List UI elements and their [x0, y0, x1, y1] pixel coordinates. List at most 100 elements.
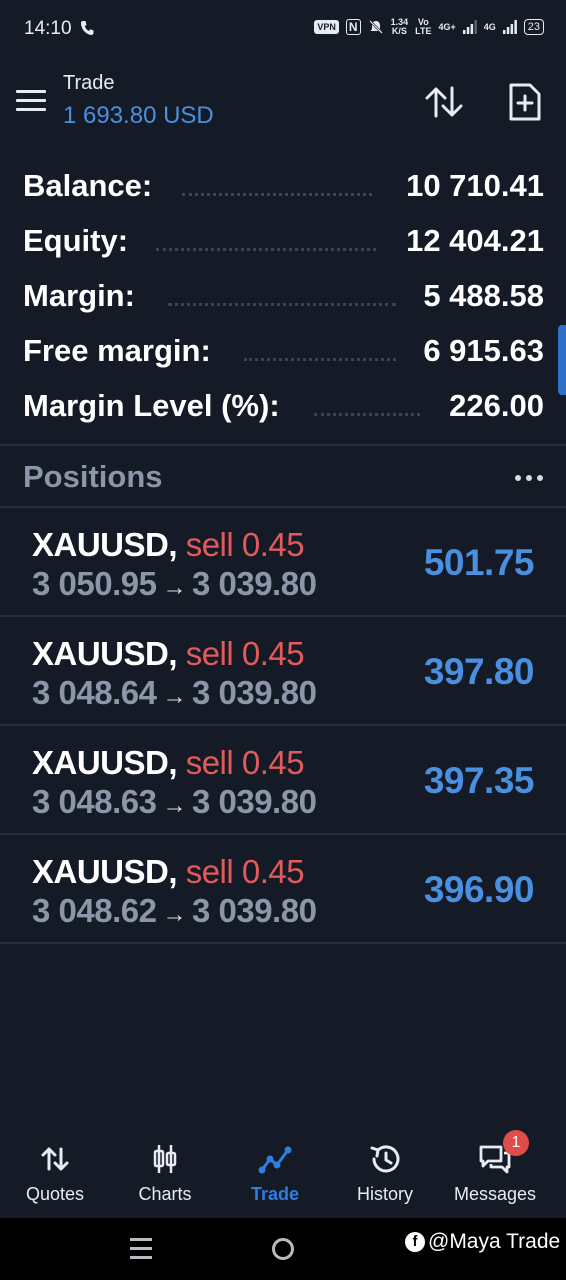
status-bar: 14:10 VPN N 1.34 K/S Vo LTE 4G+ 4G 23: [0, 0, 566, 62]
position-symbol: XAUUSD, sell 0.45: [32, 853, 305, 890]
dotted-leader: [314, 412, 420, 416]
nav-history[interactable]: History: [330, 1128, 440, 1218]
balance-row: Balance: 10 710.41: [0, 160, 566, 215]
equity-row: Equity: 12 404.21: [0, 215, 566, 270]
arrow-right-icon: →: [162, 683, 186, 710]
account-summary: Balance: 10 710.41 Equity: 12 404.21 Mar…: [0, 160, 566, 435]
margin-label: Margin:: [23, 278, 135, 313]
position-symbol: XAUUSD, sell 0.45: [32, 635, 305, 672]
battery-icon: 23: [523, 19, 544, 35]
equity-value: 12 404.21: [406, 223, 544, 258]
status-icons: VPN N 1.34 K/S Vo LTE 4G+ 4G 23: [314, 18, 544, 36]
position-profit: 397.80: [423, 651, 535, 692]
trade-icon: [258, 1146, 292, 1174]
positions-heading: Positions: [23, 459, 163, 494]
scroll-indicator[interactable]: [558, 325, 566, 395]
signal-icon-2: [502, 20, 517, 34]
more-options-icon[interactable]: [514, 474, 544, 482]
watermark: f @Maya Trade: [405, 1230, 560, 1254]
position-row[interactable]: XAUUSD, sell 0.45 3 048.63 → 3 039.80 397.…: [0, 726, 566, 835]
recent-apps-icon[interactable]: [130, 1238, 152, 1260]
position-prices: 3 050.95 → 3 039.80: [32, 565, 317, 603]
equity-label: Equity:: [23, 223, 129, 258]
position-side: sell 0.45: [185, 853, 305, 890]
new-order-icon[interactable]: [508, 82, 542, 122]
position-profit: 397.35: [423, 760, 535, 801]
nav-messages-label: Messages: [453, 1184, 537, 1204]
nav-trade[interactable]: Trade: [220, 1128, 330, 1218]
position-prices: 3 048.64 → 3 039.80: [32, 674, 317, 712]
position-symbol: XAUUSD, sell 0.45: [32, 526, 305, 563]
position-row[interactable]: XAUUSD, sell 0.45 3 048.64 → 3 039.80 397.…: [0, 617, 566, 726]
header-profit-total: 1 693.80 USD: [63, 102, 214, 129]
network-type-1: 4G+: [438, 21, 456, 32]
free-margin-label: Free margin:: [23, 333, 211, 368]
open-price: 3 050.95: [32, 565, 157, 602]
balance-value: 10 710.41: [406, 168, 544, 203]
history-icon: [370, 1145, 400, 1173]
bottom-navigation: Quotes Charts Trade History 1 Messages: [0, 1128, 566, 1218]
system-navigation-bar: f @Maya Trade: [0, 1218, 566, 1280]
position-row[interactable]: XAUUSD, sell 0.45 3 048.62 → 3 039.80 396.…: [0, 835, 566, 944]
margin-value: 5 488.58: [423, 278, 544, 313]
margin-level-value: 226.00: [449, 388, 544, 423]
current-price: 3 039.80: [191, 783, 317, 820]
row-divider: [0, 942, 566, 944]
nav-quotes-label: Quotes: [25, 1184, 85, 1204]
signal-icon-1: [462, 20, 477, 34]
home-button-icon[interactable]: [272, 1238, 294, 1260]
position-symbol: XAUUSD, sell 0.45: [32, 744, 305, 781]
phone-call-icon: [81, 21, 94, 35]
arrow-right-icon: →: [162, 792, 186, 819]
sort-arrows-icon[interactable]: [424, 84, 464, 120]
quotes-icon: [41, 1147, 69, 1171]
position-prices: 3 048.63 → 3 039.80: [32, 783, 317, 821]
watermark-text: @Maya Trade: [428, 1230, 561, 1253]
app-header: Trade 1 693.80 USD: [0, 62, 566, 142]
unread-badge: 1: [503, 1130, 529, 1156]
position-side: sell 0.45: [185, 744, 305, 781]
position-side: sell 0.45: [185, 635, 305, 672]
facebook-icon: f: [405, 1232, 425, 1252]
margin-row: Margin: 5 488.58: [0, 270, 566, 325]
nav-history-label: History: [356, 1184, 413, 1204]
margin-level-label: Margin Level (%):: [23, 388, 280, 423]
dotted-leader: [168, 302, 396, 306]
current-price: 3 039.80: [191, 674, 317, 711]
nav-charts[interactable]: Charts: [110, 1128, 220, 1218]
free-margin-row: Free margin: 6 915.63: [0, 325, 566, 380]
current-price: 3 039.80: [191, 892, 317, 929]
position-prices: 3 048.62 → 3 039.80: [32, 892, 317, 930]
open-price: 3 048.62: [32, 892, 157, 929]
nav-trade-label: Trade: [250, 1184, 300, 1204]
network-type-2: 4G: [483, 21, 496, 32]
dotted-leader: [244, 357, 396, 361]
open-price: 3 048.63: [32, 783, 157, 820]
position-side: sell 0.45: [185, 526, 305, 563]
nfc-icon: N: [345, 19, 361, 35]
dotted-leader: [156, 247, 376, 251]
network-speed: 1.34 K/S: [390, 17, 409, 36]
position-profit: 501.75: [423, 542, 535, 583]
open-price: 3 048.64: [32, 674, 157, 711]
margin-level-row: Margin Level (%): 226.00: [0, 380, 566, 435]
nav-messages[interactable]: 1 Messages: [440, 1128, 550, 1218]
charts-icon: [153, 1145, 177, 1173]
dotted-leader: [182, 192, 372, 196]
balance-label: Balance:: [23, 168, 153, 203]
nav-charts-label: Charts: [138, 1184, 192, 1204]
mute-bell-icon: [368, 20, 383, 34]
arrow-right-icon: →: [162, 901, 186, 928]
position-profit: 396.90: [423, 869, 535, 910]
hamburger-menu-icon[interactable]: [16, 90, 46, 112]
nav-quotes[interactable]: Quotes: [0, 1128, 110, 1218]
position-row[interactable]: XAUUSD, sell 0.45 3 050.95 → 3 039.80 501.…: [0, 508, 566, 617]
volte-indicator: Vo LTE: [415, 17, 432, 36]
status-time: 14:10: [24, 18, 72, 39]
section-divider: [0, 444, 566, 446]
vpn-icon: VPN: [314, 20, 339, 34]
arrow-right-icon: →: [162, 574, 186, 601]
current-price: 3 039.80: [191, 565, 317, 602]
free-margin-value: 6 915.63: [423, 333, 544, 368]
page-title: Trade: [63, 72, 115, 94]
